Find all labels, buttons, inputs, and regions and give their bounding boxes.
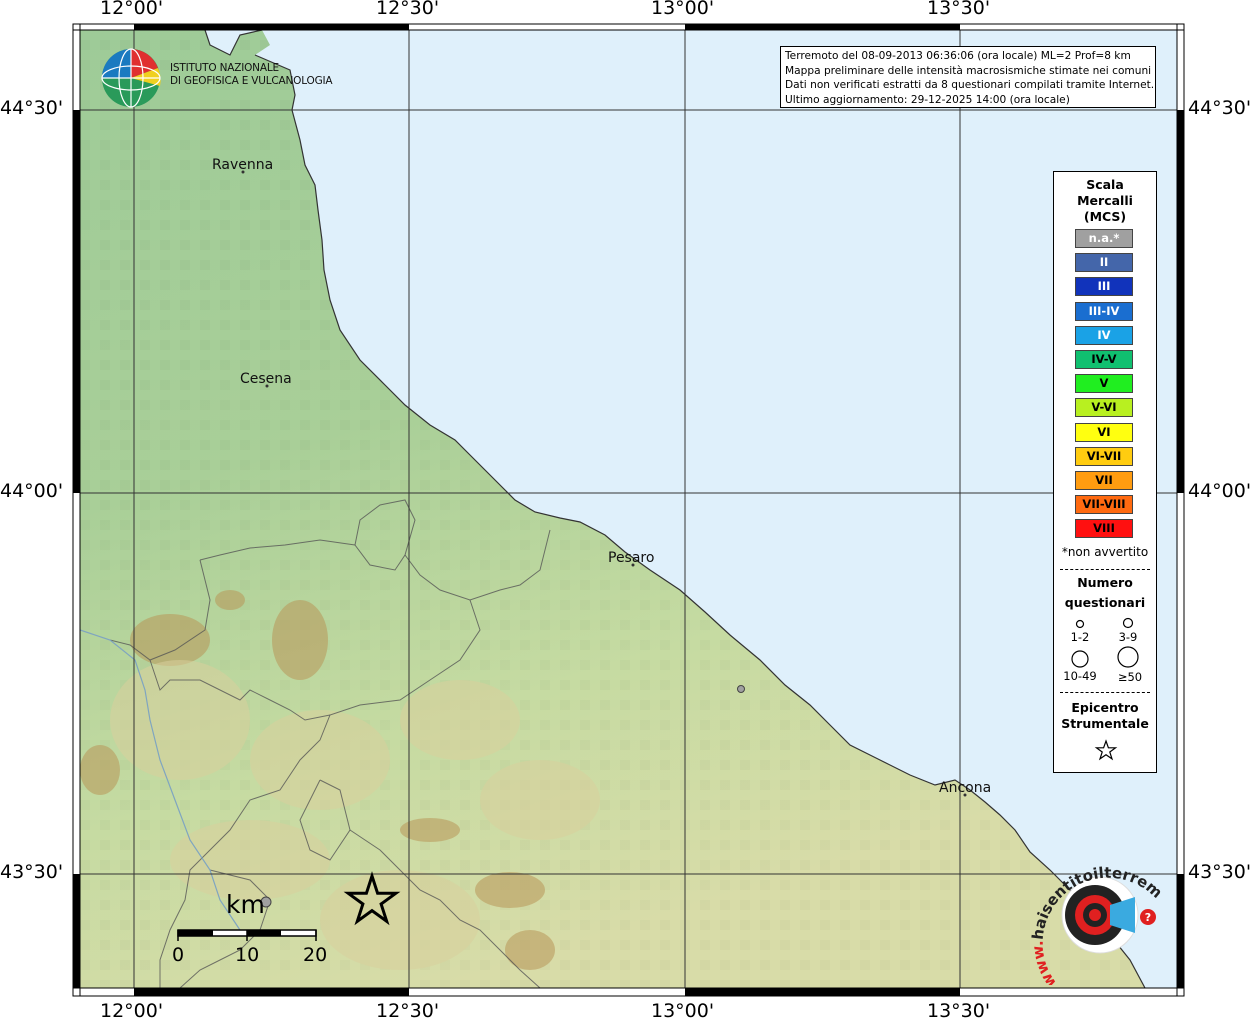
legend-title-line3: (MCS) — [1083, 209, 1127, 224]
legend-separator — [1060, 569, 1150, 570]
legend-questionnaire-title: Numero questionari — [1054, 573, 1156, 612]
place-label-ancona: Ancona — [939, 780, 992, 796]
legend-q2-label: 3-9 — [1118, 630, 1138, 644]
scale-bar-label-0: 0 — [172, 944, 185, 966]
place-label-cesena: Cesena — [240, 371, 292, 387]
legend-note: *non avvertito — [1061, 545, 1149, 559]
legend-q4-label: ≥50 — [1117, 670, 1143, 684]
event-info-line2: Mappa preliminare delle intensità macros… — [785, 64, 1152, 77]
legend-title: Scala Mercalli (MCS) — [1054, 177, 1156, 225]
tick-lat-left: 44°00' — [0, 480, 64, 502]
scale-bar-label-20: 20 — [303, 944, 328, 966]
tick-lat-right: 44°00' — [1188, 480, 1252, 502]
legend-swatch-mcs: III — [1075, 277, 1133, 297]
legend-swatch-mcs: IV — [1075, 325, 1133, 345]
legend-swatch-mcs: V-VI — [1075, 398, 1133, 418]
badge-prefix: www. — [1030, 940, 1060, 985]
tick-lon-bottom: 12°00' — [100, 1000, 164, 1022]
legend-swatch-mcs: VI-VII — [1075, 446, 1133, 466]
scale-bar-unit: km — [226, 890, 265, 919]
tick-lat-left: 43°30' — [0, 861, 64, 883]
legend-epicenter-title: Epicentro Strumentale — [1054, 700, 1156, 732]
tick-lon-bottom: 13°00' — [651, 1000, 715, 1022]
tick-lat-right: 44°30' — [1188, 97, 1252, 119]
legend-swatch-mcs: VII — [1075, 471, 1133, 490]
legend-title-line2: Mercalli — [1077, 193, 1133, 208]
place-label-ravenna: Ravenna — [212, 157, 274, 173]
legend-swatch-mcs: III-IV — [1075, 301, 1133, 321]
tick-lon-top: 13°00' — [651, 0, 715, 19]
event-info-line4: Ultimo aggiornamento: 29-12-2025 14:00 (… — [785, 93, 1070, 106]
tick-lat-right: 43°30' — [1188, 861, 1252, 883]
scale-bar-label-10: 10 — [235, 944, 260, 966]
tick-lon-top: 12°30' — [376, 0, 440, 19]
legend-swatch-mcs: II — [1075, 253, 1133, 273]
ingv-logo-line2: DI GEOFISICA E VULCANOLOGIA — [170, 75, 333, 87]
tick-lon-top: 12°00' — [100, 0, 164, 19]
tick-lon-bottom: 12°30' — [376, 1000, 440, 1022]
badge-text: haisentitoilterremoto.it — [1030, 845, 1166, 941]
legend-swatch-mcs: VIII — [1075, 519, 1133, 539]
terremoto-badge-text: www.haisentitoilterremoto.it — [1030, 845, 1166, 985]
legend-title-line1: Scala — [1086, 177, 1124, 192]
tick-lat-left: 44°30' — [0, 97, 64, 119]
legend-epicenter-title2: Strumentale — [1061, 716, 1149, 731]
event-info-box: Terremoto del 08-09-2013 06:36:06 (ora l… — [780, 46, 1156, 108]
event-info-line1: Terremoto del 08-09-2013 06:36:06 (ora l… — [785, 50, 1131, 62]
legend-epicenter-star-icon — [1094, 739, 1118, 761]
tick-lon-bottom: 13°30' — [927, 1000, 991, 1022]
legend-questionnaire-title1: Numero — [1077, 575, 1133, 590]
legend-swatch-mcs: V — [1075, 374, 1133, 394]
place-label-pesaro: Pesaro — [608, 550, 655, 566]
tick-lon-top: 13°30' — [927, 0, 991, 19]
ingv-logo-line1: ISTITUTO NAZIONALE — [170, 62, 279, 74]
legend-swatch-mcs: IV-V — [1075, 350, 1133, 369]
mcs-legend: Scala Mercalli (MCS) n.a.* II III III-IV IV I… — [1053, 171, 1157, 773]
legend-separator — [1060, 692, 1150, 693]
svg-text:www.haisentitoilterremoto.it: www.haisentitoilterremoto.it — [1030, 845, 1166, 985]
legend-swatch-mcs: VII-VIII — [1075, 495, 1133, 515]
legend-questionnaire-title2: questionari — [1064, 595, 1146, 610]
legend-q3-label: 10-49 — [1063, 669, 1097, 683]
legend-epicenter-title1: Epicentro — [1071, 700, 1139, 715]
event-info-line3: Dati non verificati estratti da 8 questi… — [785, 79, 1155, 91]
legend-q1-label: 1-2 — [1070, 630, 1090, 644]
ingv-logo-text: ISTITUTO NAZIONALE DI GEOFISICA E VULCAN… — [170, 62, 333, 88]
legend-swatch-mcs: VI — [1075, 422, 1133, 442]
legend-swatch-mcs: n.a.* — [1075, 229, 1133, 248]
questionnaire-point — [737, 685, 745, 693]
